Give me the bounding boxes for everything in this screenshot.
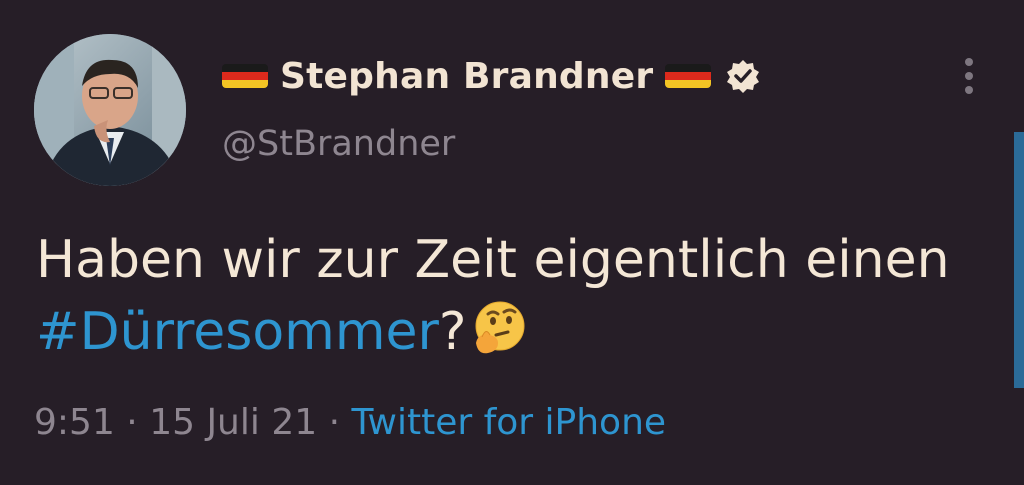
tweet-date: 15 Juli 21 — [149, 402, 318, 443]
german-flag-icon — [665, 64, 712, 88]
author-display-name[interactable]: Stephan Brandner — [280, 56, 653, 97]
author-name-row[interactable]: Stephan Brandner — [222, 52, 761, 100]
tweet-metadata: 9:51 · 15 Juli 21 · Twitter for iPhone — [34, 402, 666, 443]
avatar[interactable] — [34, 34, 186, 186]
tweet-text: Haben wir zur Zeit eigentlich einen #Dür… — [36, 224, 996, 368]
meta-separator: · — [114, 402, 150, 443]
thinking-face-icon — [468, 299, 528, 359]
verified-badge-icon — [725, 58, 761, 94]
tweet-card: Stephan Brandner @StBrandner Haben wir z… — [0, 0, 1024, 485]
author-handle[interactable]: @StBrandner — [222, 124, 455, 164]
tweet-source-link[interactable]: Twitter for iPhone — [351, 402, 666, 443]
avatar-photo — [34, 34, 186, 186]
tweet-time: 9:51 — [34, 402, 115, 443]
more-options-icon[interactable] — [959, 58, 979, 98]
meta-separator: · — [317, 402, 352, 443]
hashtag-link[interactable]: #Dürresommer — [36, 302, 439, 362]
tweet-punctuation: ? — [438, 302, 467, 362]
german-flag-icon — [222, 64, 268, 88]
tweet-text-main: Haben wir zur Zeit eigentlich einen — [36, 230, 950, 290]
scrollbar[interactable] — [1014, 132, 1024, 388]
